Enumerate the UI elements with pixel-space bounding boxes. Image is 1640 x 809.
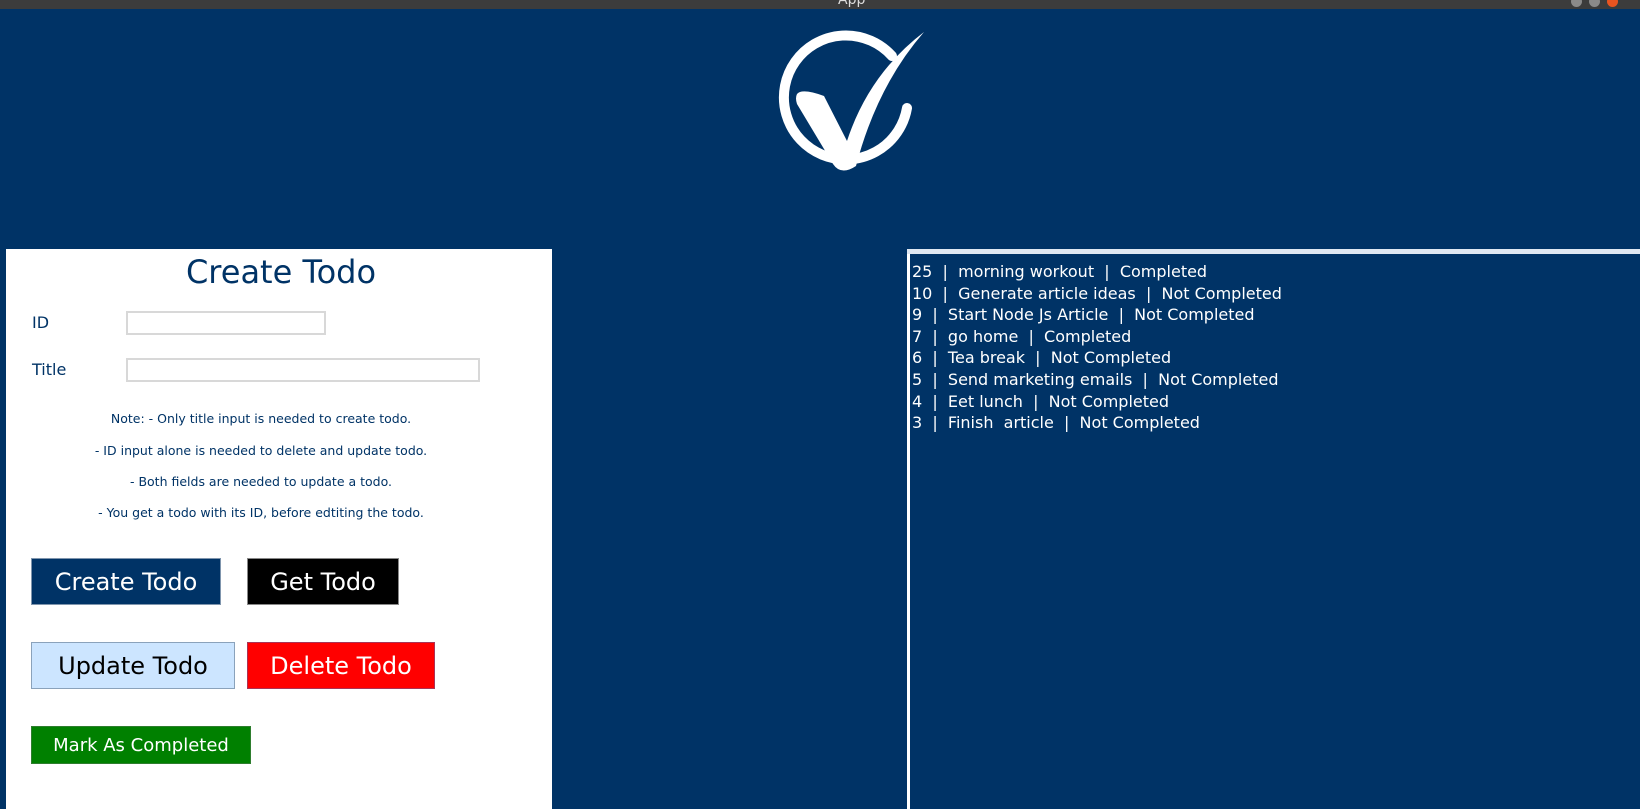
todo-list-item[interactable]: 6 | Tea break | Not Completed xyxy=(912,347,1282,369)
todo-list-item[interactable]: 3 | Finish article | Not Completed xyxy=(912,412,1282,434)
todo-list[interactable]: 25 | morning workout | Completed 10 | Gen… xyxy=(912,261,1282,434)
close-icon[interactable] xyxy=(1607,0,1618,7)
todo-list-item[interactable]: 25 | morning workout | Completed xyxy=(912,261,1282,283)
note-text: - ID input alone is needed to delete and… xyxy=(94,443,428,458)
delete-todo-button[interactable]: Delete Todo xyxy=(247,642,435,689)
title-label: Title xyxy=(32,360,67,379)
todo-list-item[interactable]: 10 | Generate article ideas | Not Comple… xyxy=(912,283,1282,305)
todo-list-panel[interactable]: 25 | morning workout | Completed 10 | Gen… xyxy=(907,249,1640,809)
id-label: ID xyxy=(32,313,50,332)
window-titlebar: App xyxy=(0,0,1640,9)
get-todo-button[interactable]: Get Todo xyxy=(247,558,399,605)
note-text: - You get a todo with its ID, before edt… xyxy=(98,505,424,520)
todo-list-item[interactable]: 5 | Send marketing emails | Not Complete… xyxy=(912,369,1282,391)
mark-completed-button[interactable]: Mark As Completed xyxy=(31,726,251,764)
create-todo-panel: Create Todo ID Title Note: - Only title … xyxy=(6,249,552,809)
title-input[interactable] xyxy=(126,358,480,382)
todo-list-item[interactable]: 7 | go home | Completed xyxy=(912,326,1282,348)
todo-list-item[interactable]: 4 | Eet lunch | Not Completed xyxy=(912,391,1282,413)
window-title: App xyxy=(838,0,866,8)
minimize-icon[interactable] xyxy=(1571,0,1582,7)
note-text: - Both fields are needed to update a tod… xyxy=(129,474,393,489)
maximize-icon[interactable] xyxy=(1589,0,1600,7)
note-text: Note: - Only title input is needed to cr… xyxy=(110,411,412,426)
checkmark-circle-icon xyxy=(778,30,924,171)
update-todo-button[interactable]: Update Todo xyxy=(31,642,235,689)
todo-list-item[interactable]: 9 | Start Node Js Article | Not Complete… xyxy=(912,304,1282,326)
id-input[interactable] xyxy=(126,311,326,335)
create-todo-button[interactable]: Create Todo xyxy=(31,558,221,605)
panel-title: Create Todo xyxy=(185,253,377,291)
